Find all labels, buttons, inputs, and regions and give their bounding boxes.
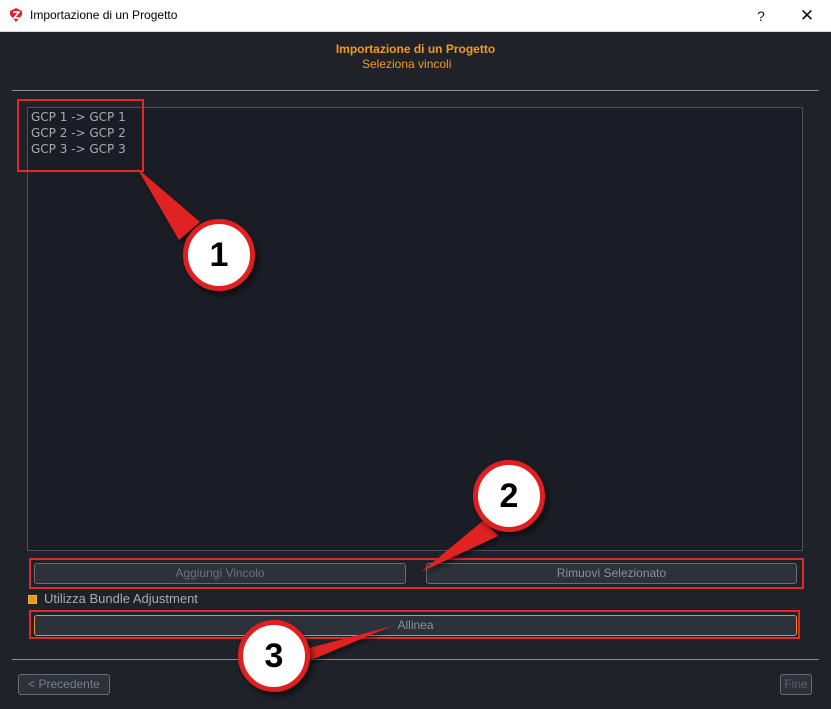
bundle-adjustment-checkbox[interactable] [28,595,37,604]
divider [12,90,819,91]
finish-button[interactable]: Fine [780,674,812,695]
highlight-box-3 [29,610,800,639]
page-subtitle: Seleziona vincoli [362,57,452,71]
callout-badge-2: 2 [473,460,545,532]
callout-badge-1: 1 [183,219,255,291]
previous-button[interactable]: < Precedente [18,674,110,695]
highlight-box-1 [17,99,144,172]
bundle-adjustment-label: Utilizza Bundle Adjustment [44,591,198,606]
divider [12,659,819,660]
highlight-box-2 [29,558,804,589]
help-button[interactable]: ? [738,0,784,31]
window-title: Importazione di un Progetto [30,8,178,22]
title-bar: Importazione di un Progetto ? ✕ [0,0,831,32]
app-logo-icon [10,8,22,22]
close-button[interactable]: ✕ [784,0,830,31]
constraints-list[interactable]: GCP 1 -> GCP 1 GCP 2 -> GCP 2 GCP 3 -> G… [27,107,803,551]
callout-badge-3: 3 [238,620,310,692]
page-title: Importazione di un Progetto [335,42,496,56]
